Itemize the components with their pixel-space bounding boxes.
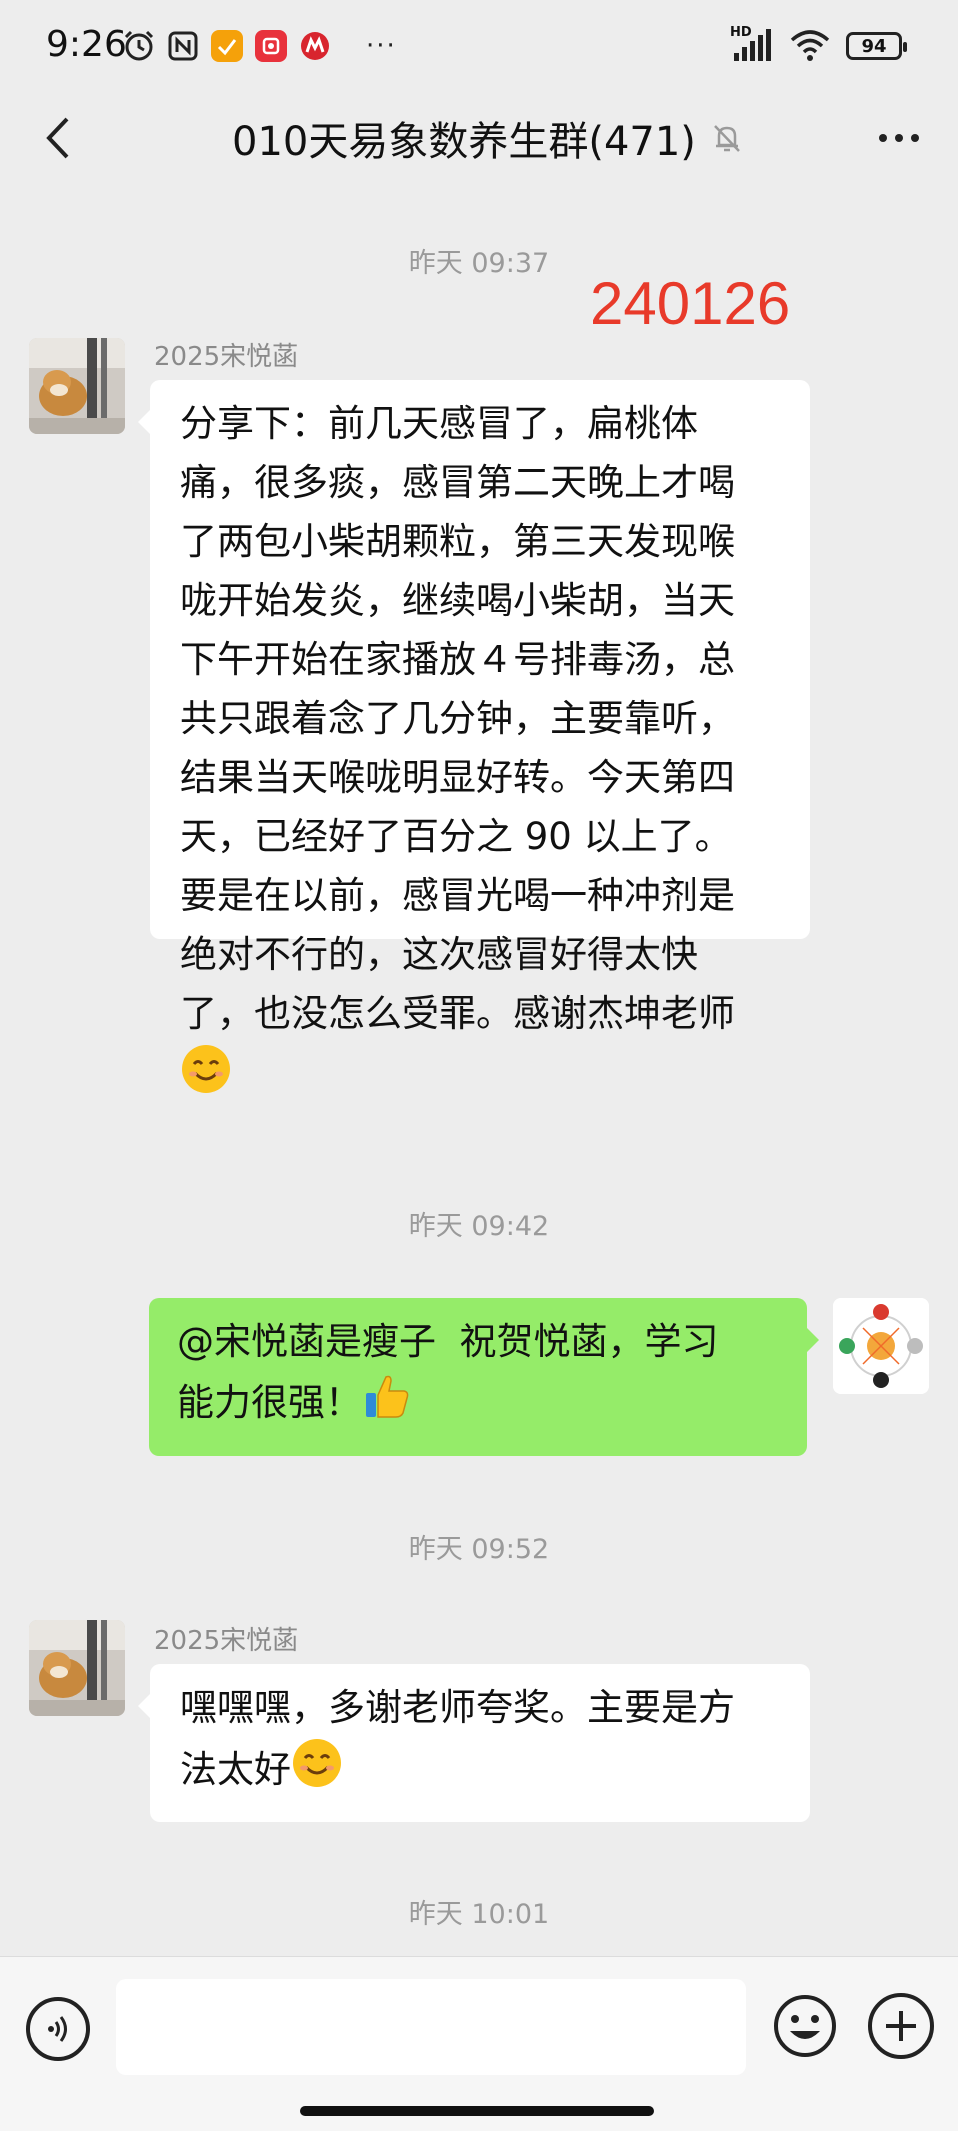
status-icons-right: HD 94 xyxy=(730,25,907,66)
more-functions-button[interactable] xyxy=(868,1993,934,2059)
status-bar: 9:26 ··· HD 94 xyxy=(0,0,958,90)
avatar[interactable] xyxy=(29,1620,125,1716)
more-dots-icon: ··· xyxy=(366,31,397,61)
message-text: 分享下：前几天感冒了，扁桃体 痛，很多痰，感冒第二天晚上才喝 了两包小柴胡颗粒，… xyxy=(180,402,735,1035)
message-bubble[interactable]: 嘿嘿嘿，多谢老师夸奖。主要是方 法太好 xyxy=(138,1664,810,1822)
signal-icon: HD xyxy=(730,25,774,63)
chat-area[interactable]: 昨天 09:37 240126 2025宋悦菡 分享下：前几天感冒了，扁桃体 痛… xyxy=(0,188,958,1956)
chat-header: 010天易象数养生群(471) xyxy=(0,90,958,188)
date-stamp: 240126 xyxy=(590,270,791,337)
app-metro-icon xyxy=(298,29,332,63)
back-icon xyxy=(46,117,69,159)
status-time: 9:26 xyxy=(46,24,127,65)
back-button[interactable] xyxy=(28,108,88,168)
chat-title: 010天易象数养生群(471) xyxy=(232,119,696,165)
battery-icon: 94 xyxy=(846,32,907,60)
more-icon xyxy=(879,134,887,142)
smile-emoji xyxy=(180,1043,232,1112)
avatar-own[interactable] xyxy=(833,1298,929,1394)
status-icons-left: ··· xyxy=(122,26,397,66)
app-red-icon xyxy=(254,29,288,63)
message-bubble[interactable]: 分享下：前几天感冒了，扁桃体 痛，很多痰，感冒第二天晚上才喝 了两包小柴胡颗粒，… xyxy=(138,380,810,1093)
more-button[interactable] xyxy=(864,108,934,168)
message-bubble-own[interactable]: @宋悦菡是瘦子 祝贺悦菡，学习 能力很强！ xyxy=(149,1298,819,1456)
chat-title-group[interactable]: 010天易象数养生群(471) xyxy=(232,108,744,168)
timestamp: 昨天 10:01 xyxy=(408,1899,550,1930)
message-text: @宋悦菡是瘦子 祝贺悦菡，学习 能力很强！ xyxy=(177,1320,719,1424)
home-indicator[interactable] xyxy=(300,2106,654,2116)
timestamp: 昨天 09:37 xyxy=(408,248,550,279)
thumbs-up-emoji xyxy=(362,1371,412,1438)
voice-button[interactable] xyxy=(26,1997,90,2061)
app-orange-icon xyxy=(210,29,244,63)
sender-name: 2025宋悦菡 xyxy=(154,342,299,372)
more-icon-dot xyxy=(895,134,903,142)
wifi-icon xyxy=(790,30,830,62)
voice-icon xyxy=(48,2016,67,2042)
more-icon-dot xyxy=(911,134,919,142)
timestamp: 昨天 09:52 xyxy=(408,1534,550,1565)
emoji-icon xyxy=(774,1995,836,2057)
nfc-icon xyxy=(166,29,200,63)
message-input[interactable] xyxy=(116,1979,746,2075)
battery-level: 94 xyxy=(861,35,887,57)
plus-icon xyxy=(886,2011,916,2041)
timestamp: 昨天 09:42 xyxy=(408,1211,550,1242)
avatar[interactable] xyxy=(29,338,125,434)
emoji-button[interactable] xyxy=(772,1993,838,2059)
alarm-icon xyxy=(122,29,156,63)
smile-emoji xyxy=(291,1737,343,1806)
mute-bell-icon xyxy=(710,121,744,155)
input-bar xyxy=(0,1956,958,2131)
message-text: 嘿嘿嘿，多谢老师夸奖。主要是方 法太好 xyxy=(180,1686,735,1791)
sender-name: 2025宋悦菡 xyxy=(154,1626,299,1656)
